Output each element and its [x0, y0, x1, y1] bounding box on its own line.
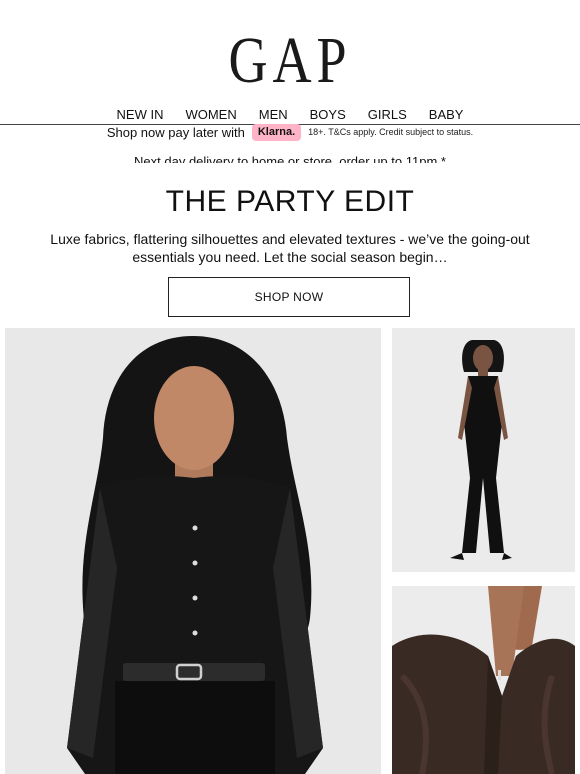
klarna-promo-banner[interactable]: Shop now pay later with Klarna. 18+. T&C… — [0, 122, 580, 142]
klarna-terms-text: 18+. T&Cs apply. Credit subject to statu… — [308, 127, 474, 137]
klarna-logo-badge: Klarna. — [251, 123, 302, 141]
model-black-lace-blouse-photo[interactable] — [5, 328, 381, 774]
model-brown-faux-fur-coat-photo[interactable] — [392, 586, 575, 774]
fur-coat-illustration — [392, 586, 575, 774]
jumpsuit-illustration — [392, 328, 575, 572]
delivery-promo-text: Next day delivery to home or store, orde… — [134, 154, 446, 163]
model-black-velvet-jumpsuit-photo[interactable] — [392, 328, 575, 572]
page-title: THE PARTY EDIT — [165, 185, 415, 218]
hero-body-text: Luxe fabrics, flattering silhouettes and… — [50, 231, 530, 265]
klarna-promo-text: Shop now pay later with — [106, 124, 245, 140]
lace-blouse-illustration — [5, 328, 381, 774]
gap-logo[interactable]: GAP — [52, 28, 528, 94]
shop-now-button[interactable]: SHOP NOW — [168, 277, 410, 317]
